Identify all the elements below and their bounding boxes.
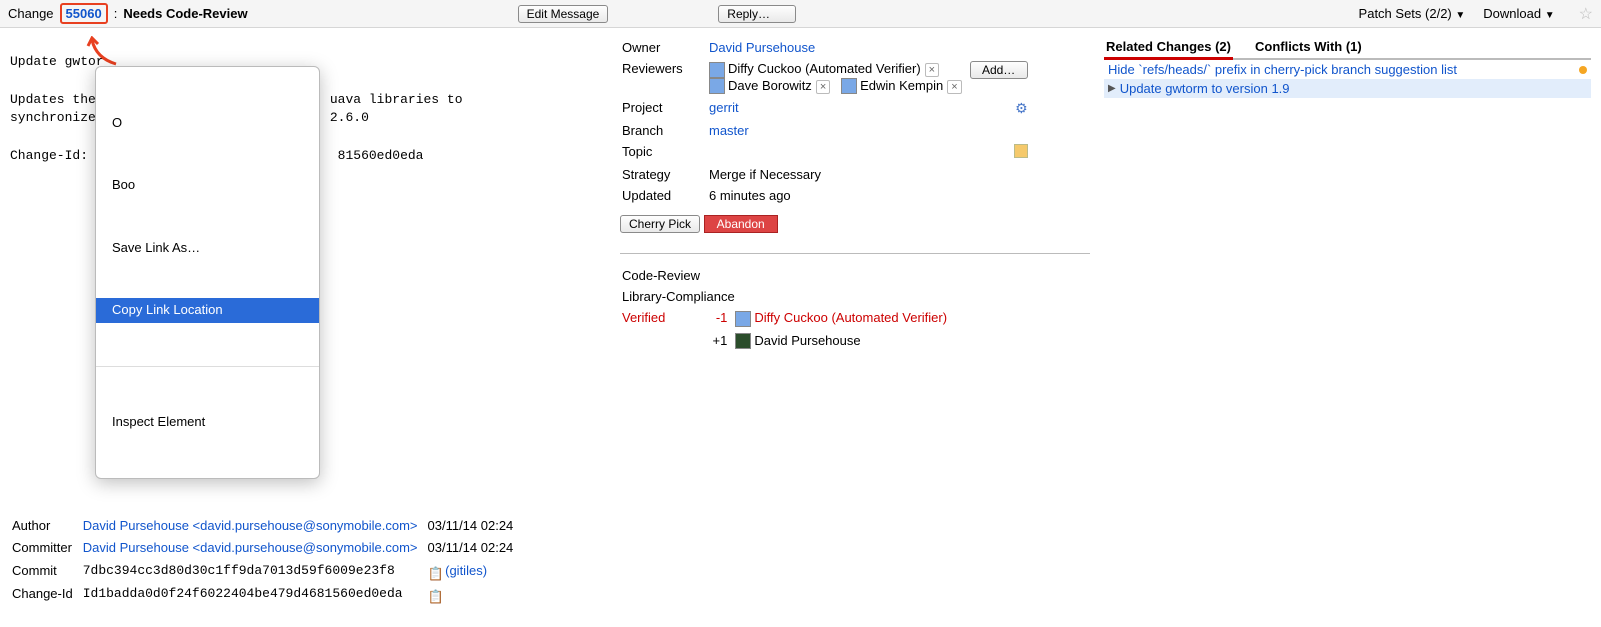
status-dot-icon xyxy=(1579,66,1587,74)
edit-message-button[interactable]: Edit Message xyxy=(518,5,609,23)
related-panel: Related Changes (2) Conflicts With (1) H… xyxy=(1100,28,1601,627)
related-row[interactable]: Hide `refs/heads/` prefix in cherry-pick… xyxy=(1104,60,1591,79)
ctx-item-inspect-element[interactable]: Inspect Element xyxy=(96,410,319,435)
changeid-label: Change-Id xyxy=(12,584,81,605)
commit-hash-label: Commit xyxy=(12,561,81,582)
change-status: Needs Code-Review xyxy=(123,6,247,21)
reviewers-label: Reviewers xyxy=(622,59,707,96)
related-row-current[interactable]: ▶ Update gwtorm to version 1.9 xyxy=(1104,79,1591,98)
cherry-pick-button[interactable]: Cherry Pick xyxy=(620,215,700,233)
project-link[interactable]: gerrit xyxy=(709,100,739,115)
top-toolbar: Change 55060 : Needs Code-Review Edit Me… xyxy=(0,0,1601,28)
branch-link[interactable]: master xyxy=(709,123,749,138)
download-dropdown[interactable]: Download ▼ xyxy=(1483,6,1554,21)
updated-label: Updated xyxy=(622,186,707,205)
tab-conflicts-with[interactable]: Conflicts With (1) xyxy=(1253,36,1364,58)
avatar-icon xyxy=(709,78,725,94)
reviewer-chip[interactable]: Diffy Cuckoo (Automated Verifier) xyxy=(728,61,921,76)
ctx-item-copy-link-location[interactable]: Copy Link Location xyxy=(96,298,319,323)
remove-reviewer-icon[interactable]: × xyxy=(816,80,830,94)
ctx-separator xyxy=(96,366,319,367)
remove-reviewer-icon[interactable]: × xyxy=(925,63,939,77)
reviewer-chip[interactable]: Dave Borowitz xyxy=(728,78,812,93)
tab-related-changes[interactable]: Related Changes (2) xyxy=(1104,36,1233,60)
commit-hash: 7dbc394cc3d80d30c1ff9da7013d59f6009e23f8 xyxy=(83,561,426,582)
avatar-icon xyxy=(735,333,751,349)
avatar-icon xyxy=(709,62,725,78)
committer-link[interactable]: David Pursehouse <david.pursehouse@sonym… xyxy=(83,540,418,555)
committer-date: 03/11/14 02:24 xyxy=(428,538,522,559)
gear-icon[interactable]: ⚙ xyxy=(1015,100,1028,116)
change-number-link[interactable]: 55060 xyxy=(60,3,108,24)
patch-sets-dropdown[interactable]: Patch Sets (2/2) ▼ xyxy=(1359,6,1466,21)
remove-reviewer-icon[interactable]: × xyxy=(947,80,961,94)
library-compliance-label: Library-Compliance xyxy=(622,287,953,306)
reply-button[interactable]: Reply… xyxy=(718,5,796,23)
verified-score-neg: -1 xyxy=(716,310,728,325)
related-link[interactable]: Hide `refs/heads/` prefix in cherry-pick… xyxy=(1108,62,1575,77)
verified-score-pos: +1 xyxy=(713,333,728,348)
code-review-label: Code-Review xyxy=(622,266,953,285)
verified-neg-user[interactable]: Diffy Cuckoo (Automated Verifier) xyxy=(754,310,947,325)
ctx-item-bookmark[interactable]: Boo xyxy=(96,173,319,198)
verified-label: Verified xyxy=(622,308,671,329)
star-icon[interactable]: ☆ xyxy=(1579,4,1593,24)
change-info-panel: Owner David Pursehouse Reviewers Diffy C… xyxy=(620,28,1100,627)
owner-link[interactable]: David Pursehouse xyxy=(709,40,815,55)
clipboard-icon[interactable]: 📋 xyxy=(428,565,442,579)
changeid-value: Id1badda0d0f24f6022404be479d4681560ed0ed… xyxy=(83,584,426,605)
commit-metadata: Author David Pursehouse <david.pursehous… xyxy=(10,514,523,607)
abandon-button[interactable]: Abandon xyxy=(704,215,778,233)
branch-label: Branch xyxy=(622,121,707,140)
author-link[interactable]: David Pursehouse <david.pursehouse@sonym… xyxy=(83,518,418,533)
gitiles-link[interactable]: (gitiles) xyxy=(445,563,487,578)
verified-pos-user[interactable]: David Pursehouse xyxy=(754,333,860,348)
author-label: Author xyxy=(12,516,81,537)
author-date: 03/11/14 02:24 xyxy=(428,516,522,537)
strategy-value: Merge if Necessary xyxy=(709,165,968,184)
change-label: Change xyxy=(8,6,54,21)
commit-message-panel: Update gwtor Updates the uava libraries … xyxy=(0,28,620,627)
related-link[interactable]: Update gwtorm to version 1.9 xyxy=(1120,81,1290,96)
owner-label: Owner xyxy=(622,38,707,57)
add-reviewer-button[interactable]: Add… xyxy=(970,61,1028,79)
ctx-item-open[interactable]: O xyxy=(96,111,319,136)
reviewer-chip[interactable]: Edwin Kempin xyxy=(860,78,943,93)
triangle-icon: ▶ xyxy=(1108,83,1116,94)
topic-label: Topic xyxy=(622,142,707,163)
context-menu: O Boo Save Link As… Copy Link Location I… xyxy=(95,66,320,479)
ctx-item-save-link-as[interactable]: Save Link As… xyxy=(96,236,319,261)
pencil-icon[interactable] xyxy=(1014,144,1028,158)
clipboard-icon[interactable]: 📋 xyxy=(428,588,442,602)
review-labels: Code-Review Library-Compliance Verified … xyxy=(620,264,955,353)
avatar-icon xyxy=(841,78,857,94)
project-label: Project xyxy=(622,98,707,119)
avatar-icon xyxy=(735,311,751,327)
committer-label: Committer xyxy=(12,538,81,559)
strategy-label: Strategy xyxy=(622,165,707,184)
updated-value: 6 minutes ago xyxy=(709,186,968,205)
